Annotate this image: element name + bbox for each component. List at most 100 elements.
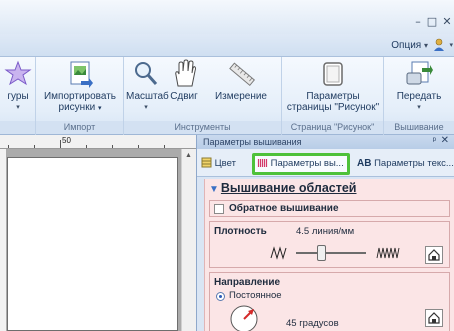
zoom-label: Масштаб	[126, 91, 169, 102]
page-settings-label-line2: страницы "Рисунок"	[286, 102, 380, 113]
house-icon	[428, 312, 440, 324]
ribbon-group-page: Параметры страницы "Рисунок" Страница "Р…	[282, 57, 384, 135]
low-density-icon	[270, 246, 287, 260]
panel-content: ▼ Вышивание областей Обратное вышивание П…	[204, 179, 454, 331]
text-params-icon: AB	[357, 158, 372, 169]
density-section: Плотность 4.5 линия/мм	[209, 221, 450, 268]
tab-color-label: Цвет	[214, 158, 236, 169]
density-preview-button[interactable]	[425, 246, 443, 264]
horizontal-ruler: 50	[0, 135, 196, 149]
maximize-button[interactable]: □	[424, 15, 440, 28]
design-workspace[interactable]: 50 ▲	[0, 135, 196, 331]
pan-label: Сдвиг	[170, 91, 198, 102]
density-slider-thumb[interactable]	[316, 245, 326, 261]
reverse-stitch-label: Обратное вышивание	[229, 203, 339, 214]
ruler-tick	[8, 145, 9, 148]
chevron-down-icon: ▾	[97, 105, 102, 112]
density-slider-track[interactable]	[296, 252, 366, 254]
measure-button[interactable]: Измерение	[204, 59, 278, 102]
reverse-stitch-checkbox[interactable]	[214, 204, 224, 214]
user-menu-caret[interactable]: ▾	[449, 41, 453, 49]
transfer-button[interactable]: Передать ▾	[388, 59, 450, 113]
chevron-down-icon: ▾	[16, 104, 20, 111]
constant-direction-label: Постоянное	[229, 290, 282, 301]
tab-embroidery-params[interactable]: Параметры вы...	[252, 153, 350, 175]
page-settings-label-line1: Параметры	[306, 91, 360, 102]
page-settings-icon	[323, 62, 343, 86]
group-label-page: Страница "Рисунок"	[282, 121, 383, 134]
hand-icon	[175, 59, 196, 87]
direction-label: Направление	[214, 277, 281, 288]
import-label-line1: Импортировать	[43, 91, 116, 102]
import-images-button[interactable]: Импортировать рисунки ▾	[38, 59, 122, 114]
magnifier-icon	[135, 62, 158, 85]
scroll-up-arrow-icon[interactable]: ▲	[185, 152, 192, 159]
chevron-down-icon: ▾	[417, 104, 421, 111]
panel-tab-strip: Цвет Параметры вы... AB Параметры текс..…	[197, 149, 454, 177]
panel-title: Параметры вышивания	[203, 137, 302, 147]
direction-dial[interactable]	[230, 305, 258, 331]
high-density-icon	[376, 247, 400, 259]
ruler-mark-label: 50	[62, 136, 71, 145]
pin-icon[interactable]: ᵖ	[433, 135, 436, 145]
ruler-tick	[86, 145, 87, 148]
ruler-tick	[164, 145, 165, 148]
tab-text-params[interactable]: AB Параметры текс...	[357, 156, 454, 172]
ruler-tick	[60, 140, 61, 148]
collapse-triangle-icon[interactable]: ▼	[209, 184, 219, 195]
ruler-icon	[229, 62, 256, 87]
group-label-tools: Инструменты	[124, 121, 281, 134]
reverse-stitch-row: Обратное вышивание	[209, 200, 450, 217]
tab-embroidery-params-label: Параметры вы...	[270, 158, 344, 169]
direction-preview-button[interactable]	[425, 309, 443, 327]
tab-color[interactable]: Цвет	[201, 156, 236, 172]
panel-title-bar: Параметры вышивания	[197, 135, 454, 149]
design-page-canvas[interactable]	[7, 157, 178, 331]
constant-direction-radio[interactable]	[216, 292, 225, 301]
page-settings-button[interactable]: Параметры страницы "Рисунок"	[284, 59, 382, 113]
chevron-down-icon: ▾	[144, 104, 148, 111]
group-label-embroidery: Вышивание	[384, 121, 454, 134]
ruler-tick	[138, 145, 139, 148]
tab-text-params-label: Параметры текс...	[374, 158, 454, 169]
ribbon-tab-row: Опция ▾ ▾	[0, 34, 454, 57]
option-menu-label: Опция	[391, 40, 422, 51]
tab-embroidery-params-inner: Параметры вы...	[257, 157, 344, 171]
ruler-tick	[112, 145, 113, 148]
direction-section: Направление Постоянное 45 градусов	[209, 272, 450, 331]
measure-label: Измерение	[214, 91, 267, 102]
import-image-icon	[70, 61, 93, 88]
ribbon-group-tools: Масштаб ▾ Сдвиг Измерение Инструменты	[124, 57, 282, 135]
ribbon-group-embroidery: Передать ▾ Вышивание	[384, 57, 454, 135]
import-label-line2-wrap: рисунки ▾	[38, 102, 122, 114]
chevron-down-icon: ▾	[423, 41, 428, 50]
panel-close-button[interactable]: ✕	[441, 135, 449, 146]
density-value: 4.5 линия/мм	[296, 226, 355, 237]
option-menu[interactable]: Опция ▾	[391, 40, 428, 51]
shapes-label: гуры	[7, 91, 29, 102]
vertical-ruler	[0, 149, 6, 331]
close-button[interactable]: ✕	[439, 15, 454, 28]
direction-angle-value: 45 градусов	[286, 318, 339, 329]
embroidery-settings-panel: Параметры вышивания ᵖ ✕ Цвет Параметры в…	[196, 135, 454, 331]
density-label: Плотность	[214, 226, 267, 237]
pan-button[interactable]: Сдвиг	[168, 59, 200, 102]
zoom-button[interactable]: Масштаб ▾	[126, 59, 169, 113]
star-shapes-icon	[4, 60, 32, 86]
section-title: Вышивание областей	[220, 181, 357, 195]
section-header-area-fill[interactable]: ▼ Вышивание областей	[209, 181, 357, 195]
vertical-scrollbar[interactable]: ▲	[181, 149, 196, 331]
group-label-shapes	[0, 121, 35, 134]
transfer-icon	[406, 61, 433, 85]
color-palette-icon	[201, 157, 212, 168]
group-label-import: Импорт	[36, 121, 123, 134]
transfer-label: Передать	[396, 91, 442, 102]
ribbon: гуры ▾ Импортировать рисунки ▾ Импорт Ма…	[0, 57, 454, 135]
house-icon	[428, 249, 440, 261]
ribbon-group-shapes: гуры ▾	[0, 57, 36, 135]
shapes-button[interactable]: гуры ▾	[2, 59, 34, 113]
user-icon[interactable]	[433, 38, 445, 52]
embroidery-params-icon	[257, 159, 268, 167]
title-bar: – □ ✕	[0, 0, 454, 34]
import-label-line2: рисунки	[58, 102, 96, 113]
